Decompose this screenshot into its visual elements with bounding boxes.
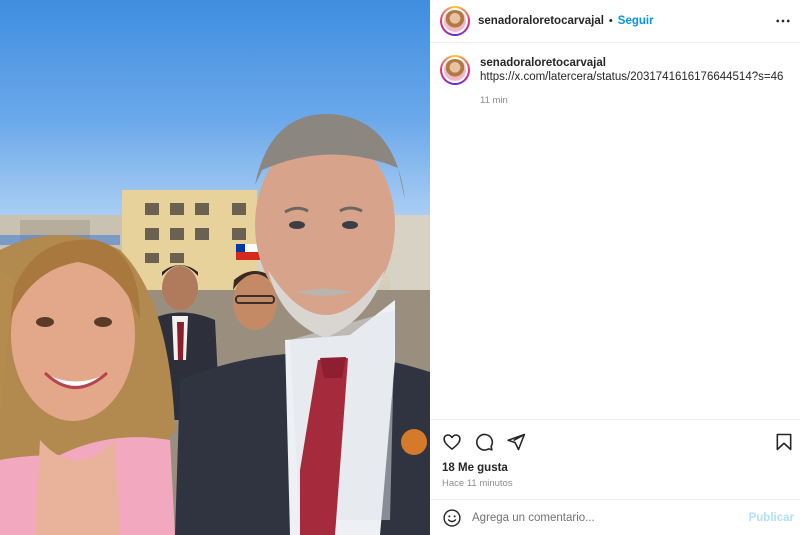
caption-time: 11 min (480, 95, 508, 106)
post-photo[interactable] (0, 0, 430, 535)
comment-icon[interactable] (474, 432, 494, 452)
more-horizontal-icon[interactable] (774, 12, 792, 30)
likes-count[interactable]: 18 Me gusta (442, 462, 508, 474)
header-username[interactable]: senadoraloretocarvajal (478, 15, 604, 27)
post-actions-section: 18 Me gusta Hace 11 minutos (430, 419, 800, 489)
post-header: senadoraloretocarvajal • Seguir (430, 0, 800, 43)
selfie-illustration (0, 113, 430, 535)
post-side-panel: senadoraloretocarvajal • Seguir senadora… (430, 0, 800, 535)
emoji-icon[interactable] (442, 508, 462, 528)
header-avatar[interactable] (440, 6, 470, 36)
post-caption: senadoraloretocarvajal https://x.com/lat… (440, 54, 790, 106)
comment-input[interactable] (472, 511, 742, 524)
action-bar (442, 432, 526, 452)
publish-button[interactable]: Publicar (749, 512, 794, 524)
caption-body: senadoraloretocarvajal https://x.com/lat… (480, 54, 783, 106)
send-icon[interactable] (506, 432, 526, 452)
heart-icon[interactable] (442, 432, 462, 452)
post-timestamp: Hace 11 minutos (442, 478, 513, 489)
header-separator: • (608, 15, 613, 27)
bookmark-icon[interactable] (774, 432, 794, 452)
caption-link[interactable]: https://x.com/latercera/status/203174161… (480, 71, 783, 83)
comment-bar: Publicar (430, 499, 800, 535)
follow-button[interactable]: Seguir (618, 15, 654, 27)
caption-avatar[interactable] (440, 55, 470, 85)
caption-username[interactable]: senadoraloretocarvajal (480, 57, 783, 69)
